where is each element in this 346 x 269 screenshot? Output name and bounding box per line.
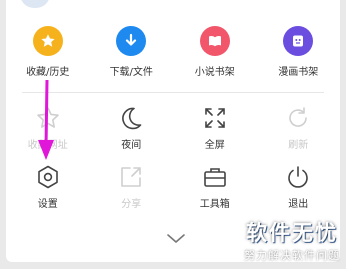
moon-icon xyxy=(122,107,142,130)
download-icon xyxy=(116,26,147,56)
night-mode-label: 夜间 xyxy=(121,140,142,151)
star-icon xyxy=(32,26,63,56)
top-shortcuts: 收藏/历史 下载/文件 小说书架 漫画书架 xyxy=(6,26,340,78)
settings-button[interactable]: 设置 xyxy=(6,163,90,210)
middle-actions: 收藏网址 夜间 全屏 刷新 xyxy=(6,104,340,151)
power-icon xyxy=(288,166,309,188)
novel-shelf-label: 小说书架 xyxy=(194,67,235,78)
share-label: 分享 xyxy=(121,199,142,210)
settings-label: 设置 xyxy=(37,199,58,210)
bookmark-url-button[interactable]: 收藏网址 xyxy=(6,104,90,151)
exit-label: 退出 xyxy=(288,199,309,210)
downloads-files-button[interactable]: 下载/文件 xyxy=(90,26,174,78)
chevron-down-icon[interactable] xyxy=(164,230,188,246)
star-outline-icon xyxy=(36,107,59,128)
watermark-logo: 软件无忧 努力解决软件问题 xyxy=(244,217,340,263)
fullscreen-icon xyxy=(204,108,225,128)
watermark-title: 软件无忧 xyxy=(246,221,338,245)
refresh-icon xyxy=(289,107,308,127)
night-mode-button[interactable]: 夜间 xyxy=(90,104,174,151)
comic-shelf-label: 漫画书架 xyxy=(278,67,319,78)
gear-icon xyxy=(37,165,58,189)
downloads-files-label: 下载/文件 xyxy=(109,67,153,78)
avatar xyxy=(20,0,50,8)
fullscreen-button[interactable]: 全屏 xyxy=(173,104,257,151)
share-button[interactable]: 分享 xyxy=(90,163,174,210)
refresh-label: 刷新 xyxy=(288,140,309,151)
divider xyxy=(22,92,324,93)
bottom-actions: 设置 分享 工具箱 退出 xyxy=(6,163,340,210)
watermark-subtitle: 努力解决软件问题 xyxy=(244,249,340,262)
fullscreen-label: 全屏 xyxy=(204,140,225,151)
refresh-button[interactable]: 刷新 xyxy=(257,104,341,151)
bookmark-url-label: 收藏网址 xyxy=(27,140,68,151)
exit-button[interactable]: 退出 xyxy=(257,163,341,210)
favorites-history-button[interactable]: 收藏/历史 xyxy=(6,26,90,78)
favorites-history-label: 收藏/历史 xyxy=(26,67,70,78)
toolbox-button[interactable]: 工具箱 xyxy=(173,163,257,210)
novel-shelf-button[interactable]: 小说书架 xyxy=(173,26,257,78)
share-icon xyxy=(121,167,142,187)
toolbox-icon xyxy=(203,168,226,187)
toolbox-label: 工具箱 xyxy=(199,199,230,210)
comic-icon xyxy=(283,26,314,56)
book-icon xyxy=(199,26,230,56)
comic-shelf-button[interactable]: 漫画书架 xyxy=(257,26,341,78)
